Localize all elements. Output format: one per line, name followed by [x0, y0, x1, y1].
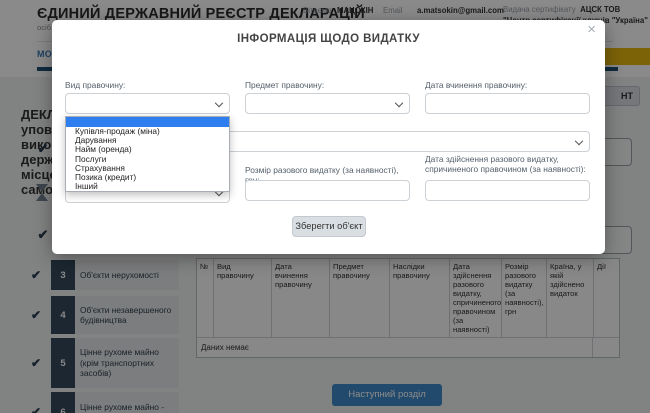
chevron-down-icon [575, 136, 583, 144]
dropdown-option[interactable]: Інший [66, 182, 229, 191]
expense-date-input[interactable] [425, 180, 590, 201]
save-object-button[interactable]: Зберегти об'єкт [292, 216, 366, 237]
modal-title: ІНФОРМАЦІЯ ЩОДО ВИДАТКУ [52, 33, 605, 45]
subject-select[interactable] [245, 93, 410, 114]
close-icon[interactable]: × [587, 22, 596, 37]
amount-input[interactable] [245, 180, 410, 201]
subject-label: Предмет правочину: [245, 80, 415, 90]
type-label: Вид правочину: [65, 80, 235, 90]
chevron-down-icon [215, 98, 223, 106]
date-label: Дата вчинення правочину: [425, 80, 595, 90]
date-input[interactable] [425, 93, 590, 114]
chevron-down-icon [395, 98, 403, 106]
type-select-dropdown: Купівля-продаж (міна) Дарування Найм (ор… [65, 116, 230, 192]
type-select[interactable] [65, 93, 230, 114]
screen: ЄДИНИЙ ДЕРЖАВНИЙ РЕЄСТР ДЕКЛАРАЦІЙ осіб,… [0, 0, 650, 413]
expense-date-label: Дата здійснення разового видатку, спричи… [425, 154, 593, 174]
